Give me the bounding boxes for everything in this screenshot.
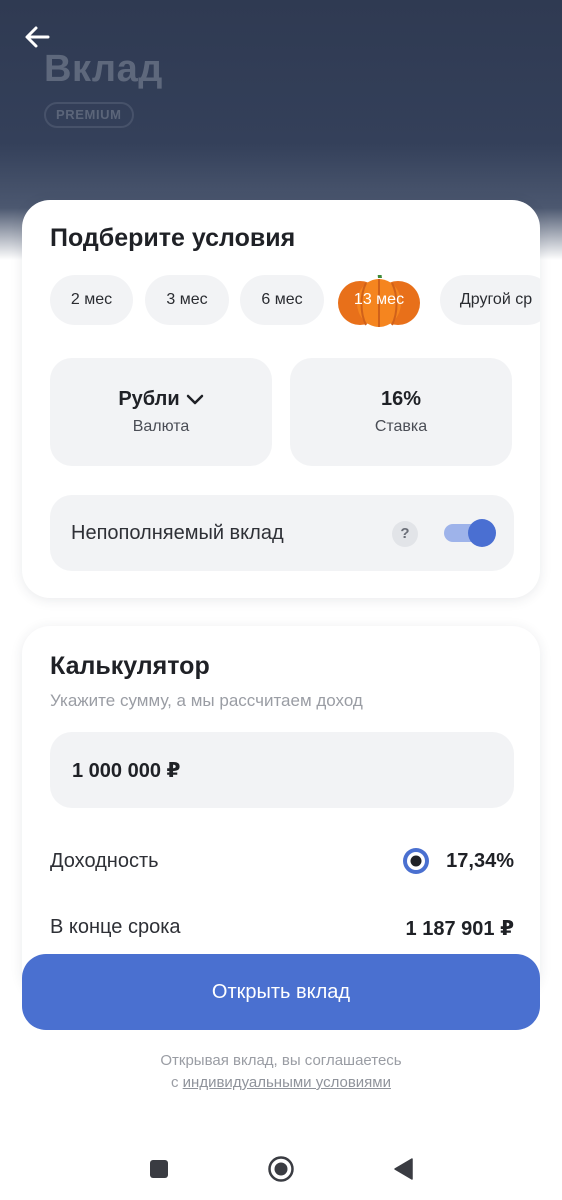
term-chip-label: 3 мес: [166, 291, 208, 308]
non-replenishable-label: Непополняемый вклад: [71, 522, 284, 544]
term-chip-label: 13 мес: [353, 291, 405, 308]
system-navbar: [0, 1140, 562, 1200]
system-back-button[interactable]: [388, 1154, 418, 1184]
rate-value: 16%: [380, 388, 422, 410]
term-chips[interactable]: 2 мес 3 мес 6 мес 13 мес Другой ср: [50, 275, 540, 327]
end-of-term-label: В конце срока: [50, 916, 181, 938]
currency-value: Рубли: [118, 388, 180, 410]
calculator-card: Калькулятор Укажите сумму, а мы рассчита…: [22, 626, 540, 996]
agreement-text: Открывая вклад, вы соглашаетесь: [160, 1052, 402, 1069]
non-replenishable-row: Непополняемый вклад ?: [50, 495, 514, 571]
amount-input[interactable]: 1 000 000 ₽: [50, 732, 514, 808]
term-chip-3[interactable]: 3 мес: [145, 275, 229, 325]
rate-coin-icon[interactable]: [402, 847, 430, 875]
term-chip-label: Другой ср: [459, 291, 533, 308]
term-chip-2[interactable]: 2 мес: [50, 275, 133, 325]
yield-value: 17,34%: [446, 850, 514, 872]
premium-badge: PREMIUM: [44, 102, 134, 128]
term-chip-label: 2 мес: [70, 291, 113, 308]
chevron-down-icon: [186, 394, 203, 404]
agreement-prefix: с: [171, 1074, 183, 1091]
toggle-thumb: [468, 519, 496, 547]
amount-value: 1 000 000 ₽: [72, 759, 181, 782]
back-triangle-icon: [394, 1158, 413, 1180]
rate-tile: 16% Ставка: [290, 358, 512, 466]
calculator-subtitle: Укажите сумму, а мы рассчитаем доход: [50, 691, 363, 710]
home-button[interactable]: [266, 1154, 296, 1184]
currency-label: Валюта: [132, 418, 190, 435]
currency-value-row: Рубли: [50, 388, 272, 411]
agreement-line-2: с индивидуальными условиями: [0, 1074, 562, 1091]
term-chip-other[interactable]: Другой ср: [440, 275, 540, 325]
non-replenishable-toggle[interactable]: [444, 519, 496, 547]
arrow-left-icon: [25, 26, 50, 48]
recents-button[interactable]: [144, 1154, 174, 1184]
calculator-title: Калькулятор: [50, 652, 210, 680]
term-chip-6[interactable]: 6 мес: [240, 275, 324, 325]
currency-selector[interactable]: Рубли Валюта: [50, 358, 272, 466]
end-of-term-value: 1 187 901 ₽: [405, 918, 514, 940]
recents-square-icon: [150, 1160, 168, 1178]
individual-conditions-link[interactable]: индивидуальными условиями: [183, 1074, 391, 1091]
help-icon[interactable]: ?: [392, 521, 418, 547]
open-deposit-button[interactable]: Открыть вклад: [22, 954, 540, 1030]
term-chip-13-selected[interactable]: 13 мес: [336, 275, 422, 327]
home-circle-icon: [268, 1156, 294, 1182]
conditions-card: Подберите условия 2 мес 3 мес 6 мес 13 м…: [22, 200, 540, 598]
conditions-title: Подберите условия: [50, 224, 296, 252]
page-title: Вклад: [44, 48, 163, 90]
term-chip-label: 6 мес: [261, 291, 303, 308]
yield-label: Доходность: [50, 850, 159, 872]
rate-label: Ставка: [374, 418, 428, 435]
